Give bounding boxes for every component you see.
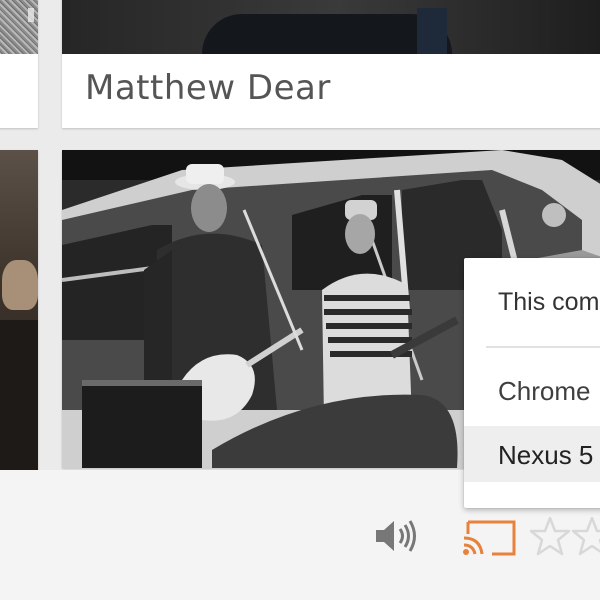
- artist-photo-tie: [417, 8, 447, 54]
- cast-menu-header: This com: [498, 288, 600, 316]
- star-icon[interactable]: [528, 514, 572, 558]
- volume-icon[interactable]: [372, 514, 422, 558]
- artist-photo-figure: [202, 14, 452, 54]
- artist-art: [62, 0, 600, 54]
- album-card-left-bottom[interactable]: [0, 150, 38, 480]
- artist-card[interactable]: Matthew Dear: [62, 0, 600, 128]
- menu-divider: [486, 346, 600, 348]
- album-art: [0, 150, 38, 480]
- cast-device-label: Chrome: [498, 376, 591, 406]
- cast-icon[interactable]: [460, 514, 520, 558]
- album-card-left-top[interactable]: [0, 0, 38, 128]
- album-art: [0, 0, 38, 54]
- cast-device-chrome[interactable]: Chrome: [464, 362, 600, 418]
- artist-name: Matthew Dear: [85, 68, 331, 108]
- cast-device-menu: This com Chrome Nexus 5: [464, 258, 600, 508]
- cast-device-label: Nexus 5: [498, 440, 594, 470]
- cast-device-nexus-5[interactable]: Nexus 5: [464, 426, 600, 482]
- star-icon[interactable]: [570, 514, 600, 558]
